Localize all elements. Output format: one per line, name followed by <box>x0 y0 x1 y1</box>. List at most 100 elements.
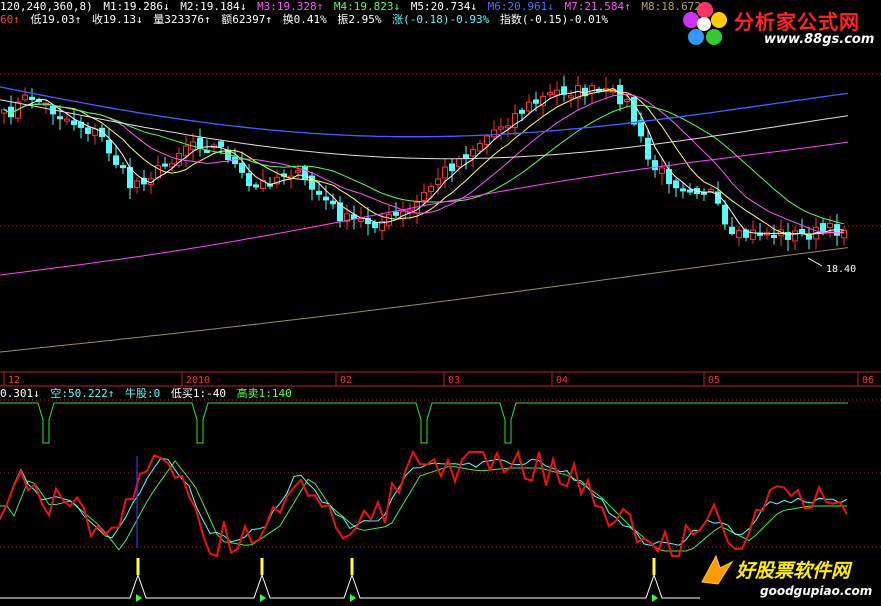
candle-body <box>554 89 560 96</box>
candle-body <box>484 135 490 146</box>
quote-label: 额62397 <box>221 13 266 26</box>
candle-body <box>722 204 728 225</box>
candle-body <box>477 143 483 152</box>
arrow-icon: ↓ <box>33 387 40 400</box>
quote-volume: 量323376↑ <box>153 13 210 26</box>
ma-label: M2:19.184 <box>180 0 240 13</box>
candle-body <box>799 229 805 234</box>
low-price-label: 18.40 <box>826 264 856 275</box>
candle-body <box>463 154 469 159</box>
candle-body <box>526 101 532 112</box>
ma-label: M5:20.734 <box>410 0 471 13</box>
ma-params: 120,240,360,8) <box>0 0 93 13</box>
date-tick-label: 06 <box>862 375 874 386</box>
candle-body <box>729 226 735 235</box>
candle-body <box>792 230 798 242</box>
ma-header-row: 120,240,360,8) M1:19.286↓ M2:19.184↓ M3:… <box>0 0 712 13</box>
candle-body <box>491 129 497 138</box>
candle-body <box>771 234 777 238</box>
wing-shape <box>701 554 734 585</box>
candle-body <box>673 180 679 189</box>
candle-body <box>22 94 28 101</box>
watermark-bottom-name: 好股票软件网 <box>736 560 851 582</box>
ma-value-2: M2:19.184↓ <box>180 0 246 13</box>
candle-body <box>127 167 133 189</box>
ma-value-6: M6:20.961↓ <box>488 0 554 13</box>
candle-body <box>113 155 119 165</box>
candle-body <box>806 235 812 240</box>
ma-label: M6:20.961 <box>487 0 548 13</box>
candle-body <box>57 116 63 120</box>
candle-body <box>652 160 658 171</box>
arrow-icon: ↑ <box>13 13 20 26</box>
arrow-icon: ↓ <box>136 13 143 26</box>
date-tick-label: 12 <box>8 375 20 386</box>
candle-body <box>708 188 714 192</box>
arrow-icon: ↓ <box>393 0 401 13</box>
ma-value-7: M7:21.584↑ <box>565 0 631 13</box>
quote-amount: 额62397↑ <box>221 13 272 26</box>
quote-label: 收19.13 <box>91 13 136 26</box>
quote-change: 涨(-0.18)-0.93% <box>392 13 490 26</box>
signal-arrow-icon <box>136 594 142 602</box>
chart-canvas[interactable]: 12 2010 02 03 04 05 06 18.40 <box>0 0 881 606</box>
quote-high: 60↑ <box>0 13 20 26</box>
watermark-top: 分析家公式网 www.88gs.com <box>682 0 881 54</box>
arrow-icon: ↓ <box>162 0 170 13</box>
candle-body <box>183 145 189 157</box>
candle-body <box>442 166 448 179</box>
quote-label: 60 <box>0 13 14 26</box>
candle-body <box>827 223 833 229</box>
watermark-top-url: www.88gs.com <box>764 32 875 47</box>
indicator-header-row: 0.301↓ 空:50.222↑ 牛股:0 低买1:-40 高卖1:140 <box>0 387 296 400</box>
candle-body <box>120 165 126 169</box>
indicator-label: 0.301 <box>0 387 34 400</box>
oscillator-line-fast <box>0 457 848 546</box>
candle-body <box>246 173 252 187</box>
arrow-icon: ↑ <box>265 13 272 26</box>
candle-body <box>421 191 427 201</box>
quote-index: 指数(-0.15)-0.01% <box>499 13 608 26</box>
date-tick-label: 2010 <box>186 375 210 386</box>
candle-body <box>106 139 112 154</box>
candle-body <box>239 162 245 173</box>
candle-body <box>372 221 378 229</box>
candle-body <box>638 120 644 137</box>
ma-line-360 <box>0 247 849 353</box>
candle-body <box>736 230 742 238</box>
arrow-icon: ↑ <box>107 387 115 400</box>
candle-body <box>645 137 651 160</box>
candle-body <box>358 218 364 222</box>
date-tick-label: 02 <box>340 375 352 386</box>
arrow-icon: ↓ <box>470 0 478 13</box>
candle-body <box>316 190 322 195</box>
arrow-icon: ↑ <box>316 0 324 13</box>
watermark-bottom-url: goodgupiao.com <box>760 584 873 598</box>
quote-low: 低19.03↑ <box>31 13 82 26</box>
candle-body <box>428 186 434 193</box>
signal-arrow-icon <box>652 594 658 602</box>
buy-signal-line <box>0 402 848 444</box>
ma-label: M7:21.584 <box>564 0 625 13</box>
candle-body <box>253 184 259 188</box>
quote-label: 低19.03 <box>30 13 75 26</box>
candle-body <box>29 96 35 101</box>
candle-body <box>218 141 224 148</box>
candle-body <box>659 167 665 174</box>
arrow-icon: ↑ <box>74 13 82 26</box>
indicator-value-3: 牛股:0 <box>124 387 161 400</box>
date-tick-label: 05 <box>708 375 720 386</box>
flower-logo-icon <box>682 2 728 48</box>
candle-body <box>435 178 441 185</box>
candle-body <box>85 127 91 134</box>
quote-label: 量323376 <box>153 13 204 26</box>
signal-arrow-icon <box>260 594 266 602</box>
date-tick-label: 03 <box>448 375 460 386</box>
candle-body <box>750 229 756 240</box>
candle-body <box>71 120 77 126</box>
candle-body <box>295 169 301 174</box>
candle-body <box>386 213 392 226</box>
candle-body <box>134 180 140 188</box>
candle-body <box>547 92 553 96</box>
low-pointer-line <box>807 257 823 267</box>
